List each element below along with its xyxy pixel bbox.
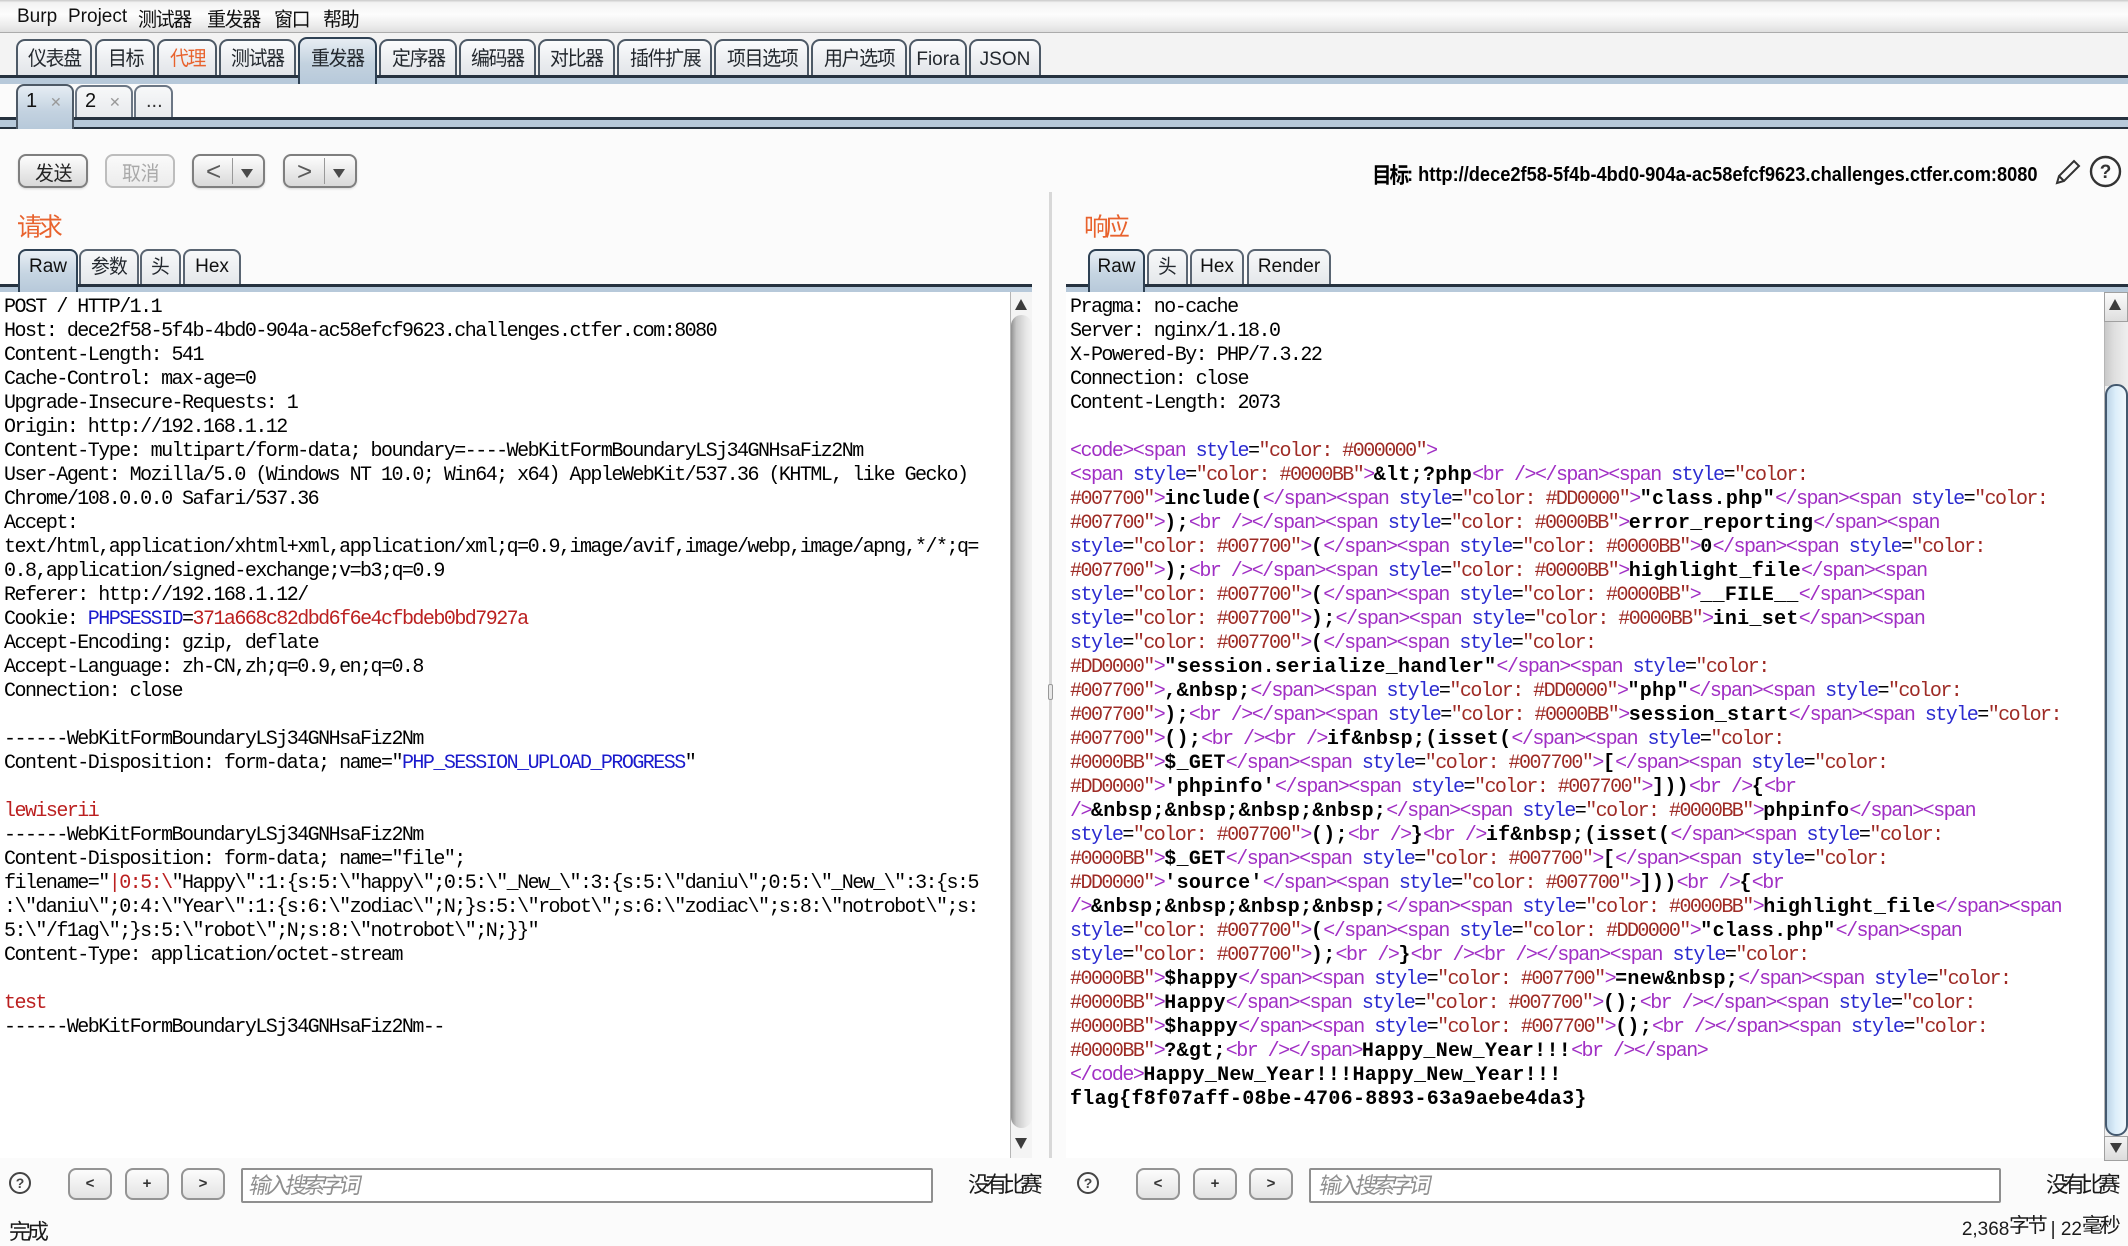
svg-text:?: ? — [2100, 162, 2112, 183]
svg-text:?: ? — [1084, 1175, 1093, 1191]
svg-text:?: ? — [16, 1175, 25, 1191]
